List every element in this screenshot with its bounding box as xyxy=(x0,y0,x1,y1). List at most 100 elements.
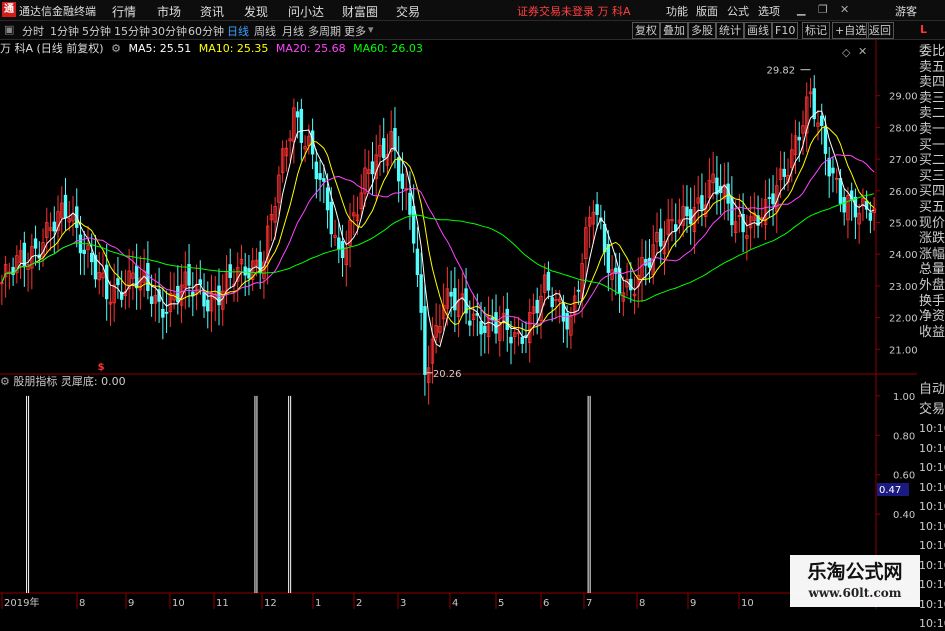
menu-banmian[interactable]: 版面 xyxy=(696,3,718,19)
tab-more[interactable]: 更多 xyxy=(344,23,366,39)
tab-lock-icon[interactable]: ▣ xyxy=(4,23,14,36)
candle-body[interactable] xyxy=(400,173,405,189)
sidebar-bottom-item[interactable]: 10:10 xyxy=(919,441,945,456)
candle-body[interactable] xyxy=(831,167,835,174)
candle-body[interactable] xyxy=(382,138,386,159)
maximize-icon[interactable]: ❐ xyxy=(818,3,828,16)
candle-body[interactable] xyxy=(797,136,801,141)
candle-body[interactable] xyxy=(164,311,169,314)
back-button[interactable]: 返回 xyxy=(866,22,894,39)
candle-body[interactable] xyxy=(82,249,86,254)
diejia-button[interactable]: 叠加 xyxy=(660,22,688,39)
candle-body[interactable] xyxy=(370,161,375,175)
candle-body[interactable] xyxy=(838,178,843,204)
tab-1min[interactable]: 1分钟 xyxy=(50,23,79,39)
candle-body[interactable] xyxy=(411,206,416,244)
sidebar-bottom-item[interactable]: 10:10 xyxy=(919,499,945,514)
candle-body[interactable] xyxy=(576,289,581,292)
candle-body[interactable] xyxy=(206,299,210,312)
menu-wenxiaoda[interactable]: 问小达 xyxy=(288,3,324,20)
candle-body[interactable] xyxy=(595,204,599,216)
f10-button[interactable]: F10 xyxy=(772,22,799,39)
menu-caifuquan[interactable]: 财富圈 xyxy=(342,3,378,20)
candle-body[interactable] xyxy=(396,157,401,182)
candle-body[interactable] xyxy=(318,173,322,180)
candle-body[interactable] xyxy=(853,196,858,218)
tab-day[interactable]: 日线 xyxy=(227,23,249,39)
candle-body[interactable] xyxy=(325,187,330,211)
biaoji-button[interactable]: 标记 xyxy=(802,22,830,39)
sidebar-bottom-item[interactable]: 10:10 xyxy=(919,460,945,475)
candle-body[interactable] xyxy=(767,197,772,199)
candle-body[interactable] xyxy=(606,243,611,273)
menu-faxian[interactable]: 发现 xyxy=(244,3,268,20)
fuquan-button[interactable]: 复权 xyxy=(632,22,660,39)
candle-body[interactable] xyxy=(176,285,180,303)
tab-month[interactable]: 月线 xyxy=(282,23,304,39)
candle-body[interactable] xyxy=(468,320,472,326)
menu-gongneng[interactable]: 功能 xyxy=(666,3,688,19)
candle-body[interactable] xyxy=(483,325,487,333)
candle-body[interactable] xyxy=(550,297,554,308)
kline-chart[interactable]: $$ 29.0028.0027.0026.0025.0024.0023.0022… xyxy=(0,40,917,609)
candle-body[interactable] xyxy=(546,271,551,291)
candle-body[interactable] xyxy=(202,291,206,307)
candle-body[interactable] xyxy=(299,108,304,143)
minimize-icon[interactable]: ▁ xyxy=(797,3,805,16)
candlestick-series[interactable] xyxy=(0,75,876,405)
candle-body[interactable] xyxy=(602,223,607,253)
candle-body[interactable] xyxy=(52,221,56,232)
candle-body[interactable] xyxy=(116,278,120,286)
candle-body[interactable] xyxy=(198,279,202,285)
candle-body[interactable] xyxy=(535,299,539,314)
candle-body[interactable] xyxy=(823,126,828,154)
candle-body[interactable] xyxy=(659,228,663,247)
menu-youke[interactable]: 游客 xyxy=(895,3,917,19)
more-chevron-icon[interactable]: ▾ xyxy=(368,23,374,36)
candle-body[interactable] xyxy=(33,238,38,249)
sidebar-bottom-item[interactable]: 交易 xyxy=(919,402,945,417)
candle-body[interactable] xyxy=(393,128,397,151)
tab-60min[interactable]: 60分钟 xyxy=(188,23,224,39)
candle-body[interactable] xyxy=(685,206,689,217)
candle-body[interactable] xyxy=(419,274,423,313)
candle-body[interactable] xyxy=(149,296,154,304)
sidebar-bottom-item[interactable]: 10:10 xyxy=(919,597,945,612)
candle-body[interactable] xyxy=(509,336,513,344)
candle-body[interactable] xyxy=(104,264,109,300)
candle-body[interactable] xyxy=(314,161,319,180)
chart-settings-icon[interactable]: ◇ xyxy=(842,46,850,59)
candle-body[interactable] xyxy=(329,201,334,235)
sidebar-bottom-item[interactable]: 10:10 xyxy=(919,480,945,495)
candle-body[interactable] xyxy=(243,266,247,276)
level-l-icon[interactable]: L xyxy=(920,23,927,36)
tab-5min[interactable]: 5分钟 xyxy=(82,23,111,39)
tab-30min[interactable]: 30分钟 xyxy=(151,23,187,39)
sidebar-bottom-item[interactable]: 10:10 xyxy=(919,577,945,592)
tab-week[interactable]: 周线 xyxy=(254,23,276,39)
candle-body[interactable] xyxy=(868,212,873,221)
candle-body[interactable] xyxy=(449,291,453,297)
candle-body[interactable] xyxy=(423,306,427,375)
tab-multi[interactable]: 多周期 xyxy=(308,23,341,39)
candle-body[interactable] xyxy=(700,195,704,210)
candle-body[interactable] xyxy=(415,248,420,276)
candle-body[interactable] xyxy=(520,337,524,344)
candle-body[interactable] xyxy=(820,115,824,126)
sidebar-bottom-item[interactable]: 10:10 xyxy=(919,558,945,573)
menu-xuanxiang[interactable]: 选项 xyxy=(758,3,780,19)
tongji-button[interactable]: 统计 xyxy=(716,22,744,39)
close-icon[interactable]: ✕ xyxy=(840,3,849,16)
login-notice[interactable]: 证券交易未登录 万 科A xyxy=(517,3,631,19)
candle-body[interactable] xyxy=(688,209,693,225)
candle-body[interactable] xyxy=(782,168,786,177)
huaxian-button[interactable]: 画线 xyxy=(744,22,772,39)
candle-body[interactable] xyxy=(827,157,831,177)
candle-body[interactable] xyxy=(505,308,509,330)
menu-gongshi[interactable]: 公式 xyxy=(727,3,749,19)
candle-body[interactable] xyxy=(322,178,326,182)
candle-body[interactable] xyxy=(565,312,569,330)
candle-body[interactable] xyxy=(842,197,846,213)
candle-body[interactable] xyxy=(647,257,652,268)
candle-body[interactable] xyxy=(408,192,412,215)
